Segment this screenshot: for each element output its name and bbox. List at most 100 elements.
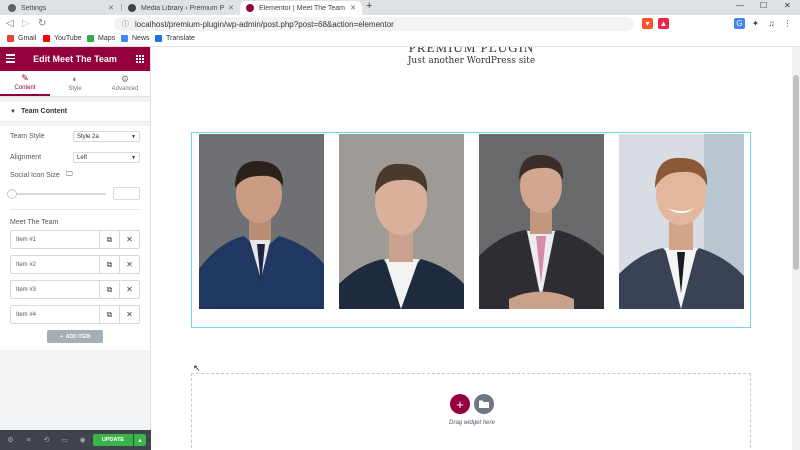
control-label: Alignment <box>10 154 42 161</box>
site-title: PREMIUM PLUGIN <box>408 47 535 55</box>
social-icon-size-slider-row <box>7 182 140 205</box>
close-icon[interactable]: ✕ <box>108 4 114 12</box>
update-options-icon[interactable]: ▴ <box>134 434 146 446</box>
bookmark-news[interactable]: News <box>121 35 150 42</box>
add-template-button[interactable] <box>474 394 494 414</box>
duplicate-icon[interactable]: ⧉ <box>99 231 119 248</box>
section-team-content[interactable]: ▼ Team Content <box>0 102 150 122</box>
close-icon[interactable]: ✕ <box>350 4 356 12</box>
alignment-select[interactable]: Left ▼ <box>73 152 140 163</box>
wordpress-icon <box>128 4 136 12</box>
widgets-grid-icon[interactable] <box>136 55 144 63</box>
duplicate-icon[interactable]: ⧉ <box>99 306 119 323</box>
close-window-icon[interactable]: ✕ <box>784 1 791 10</box>
slider-handle[interactable] <box>7 188 17 199</box>
bookmark-label: Translate <box>166 35 195 42</box>
repeater-item[interactable]: Item #3 ⧉ ✕ <box>10 280 140 299</box>
panel-header: Edit Meet The Team <box>0 47 150 71</box>
team-style-control: Team Style Style 2a ▼ <box>10 126 140 147</box>
settings-icon[interactable]: ⚙ <box>3 436 18 444</box>
address-bar[interactable]: ⓘ localhost/premium-plugin/wp-admin/post… <box>114 17 634 31</box>
minimize-icon[interactable]: — <box>736 1 744 10</box>
close-icon[interactable]: ✕ <box>228 4 234 12</box>
tab-content[interactable]: ✎ Content <box>0 71 50 96</box>
tab-media-library[interactable]: Media Library ‹ Premium Plugin — W ✕ <box>122 1 240 15</box>
close-icon[interactable]: ✕ <box>119 281 139 298</box>
history-icon[interactable]: ⟲ <box>39 436 54 444</box>
site-tagline: Just another WordPress site <box>407 56 536 66</box>
folder-icon <box>479 400 489 408</box>
extensions-icon[interactable]: ✦ <box>750 18 761 29</box>
youtube-icon <box>43 35 50 42</box>
repeater-item[interactable]: Item #2 ⧉ ✕ <box>10 255 140 274</box>
team-widget[interactable] <box>191 132 751 328</box>
url-text: localhost/premium-plugin/wp-admin/post.p… <box>135 19 394 29</box>
bookmark-youtube[interactable]: YouTube <box>43 35 82 42</box>
repeater-item[interactable]: Item #4 ⧉ ✕ <box>10 305 140 324</box>
tab-elementor[interactable]: Elementor | Meet The Team ✕ <box>240 1 362 15</box>
duplicate-icon[interactable]: ⧉ <box>99 256 119 273</box>
menu-icon[interactable]: ⋮ <box>782 18 793 29</box>
bookmark-translate[interactable]: Translate <box>155 35 195 42</box>
media-icon[interactable]: ♫ <box>766 18 777 29</box>
slider-track[interactable] <box>7 188 106 199</box>
new-tab-button[interactable]: + <box>366 0 372 12</box>
repeater-title: Meet The Team <box>10 218 59 226</box>
preview-eye-icon[interactable]: ◉ <box>75 436 90 444</box>
tab-style[interactable]: ◐ Style <box>50 71 100 96</box>
maximize-icon[interactable]: ☐ <box>760 1 767 10</box>
bookmark-maps[interactable]: Maps <box>87 35 115 42</box>
forward-icon[interactable]: ▷ <box>22 18 30 29</box>
spacer: + ADD ITEM <box>10 330 140 343</box>
drop-zone[interactable]: + Drag widget here <box>191 373 751 450</box>
tab-label: Elementor | Meet The Team <box>259 4 345 12</box>
select-value: Style 2a <box>77 133 99 140</box>
section-title: Team Content <box>20 108 68 115</box>
tab-label: Media Library ‹ Premium Plugin — W <box>141 4 225 12</box>
responsive-icon[interactable]: ▭ <box>57 436 72 444</box>
hamburger-icon[interactable] <box>6 54 15 65</box>
browser-tab-strip: Settings ✕ Media Library ‹ Premium Plugi… <box>0 0 800 15</box>
bookmark-label: Gmail <box>18 35 37 42</box>
add-section-button[interactable]: + <box>450 394 470 414</box>
tab-advanced[interactable]: ⚙ Advanced <box>100 71 150 96</box>
bookmark-label: YouTube <box>54 35 82 42</box>
close-icon[interactable]: ✕ <box>119 231 139 248</box>
control-label: Social Icon Size <box>10 171 60 179</box>
bookmark-label: Maps <box>98 35 116 42</box>
scrollbar[interactable] <box>792 47 800 450</box>
bookmark-gmail[interactable]: Gmail <box>7 35 36 42</box>
repeater-item-label[interactable]: Item #3 <box>11 281 99 298</box>
social-icon-size-input[interactable] <box>113 187 140 200</box>
tab-label: Style <box>68 86 82 92</box>
close-icon[interactable]: ✕ <box>119 256 139 273</box>
navigator-icon[interactable]: ≡ <box>21 437 36 444</box>
elementor-panel: Edit Meet The Team ✎ Content ◐ Style ⚙ A… <box>0 47 151 450</box>
plus-icon: + <box>59 333 63 340</box>
gear-icon: ⚙ <box>120 74 130 84</box>
update-button[interactable]: UPDATE <box>93 434 133 446</box>
elementor-icon <box>246 4 254 12</box>
close-icon[interactable]: ✕ <box>119 306 139 323</box>
duplicate-icon[interactable]: ⧉ <box>99 281 119 298</box>
repeater-item[interactable]: Item #1 ⧉ ✕ <box>10 230 140 249</box>
team-style-select[interactable]: Style 2a ▼ <box>73 131 140 142</box>
warning-icon[interactable]: ▲ <box>658 18 669 29</box>
scrollbar-thumb[interactable] <box>793 75 799 270</box>
info-icon: ⓘ <box>122 21 129 28</box>
repeater-item-label[interactable]: Item #2 <box>11 256 99 273</box>
translate-ext-icon[interactable]: G <box>734 18 745 29</box>
team-member-photo <box>619 134 744 309</box>
team-member-photo <box>479 134 604 309</box>
repeater-item-label[interactable]: Item #4 <box>11 306 99 323</box>
bookmarks-bar: Gmail YouTube Maps News Translate <box>0 33 800 47</box>
repeater-item-label[interactable]: Item #1 <box>11 231 99 248</box>
preview-canvas: PREMIUM PLUGIN Just another WordPress si… <box>151 47 792 450</box>
brave-shield-icon[interactable]: ▾ <box>642 18 653 29</box>
back-icon[interactable]: ◁ <box>6 18 14 29</box>
desktop-icon[interactable]: 🖵 <box>66 171 73 179</box>
tab-settings[interactable]: Settings ✕ <box>2 1 120 15</box>
social-icon-size-control: Social Icon Size 🖵 <box>10 168 140 182</box>
chevron-down-icon: ▼ <box>131 154 136 161</box>
reload-icon[interactable]: ↻ <box>38 18 46 29</box>
